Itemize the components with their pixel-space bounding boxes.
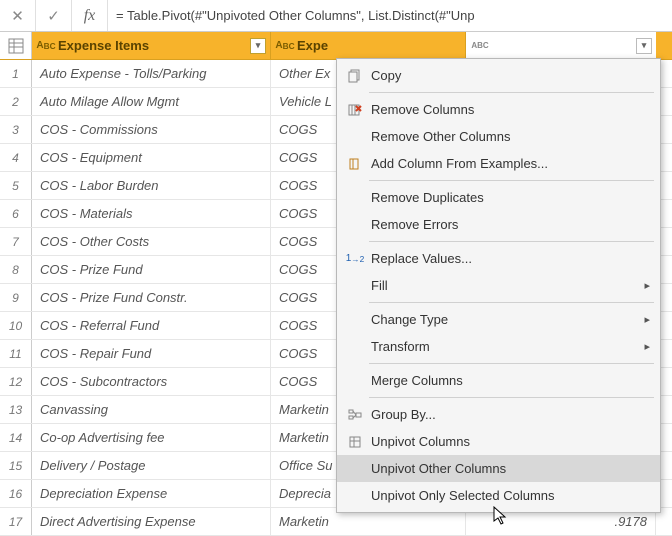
any-type-icon: ABC xyxy=(470,41,490,50)
cell-expense-item[interactable]: COS - Subcontractors xyxy=(32,368,271,395)
group-by-icon xyxy=(343,408,367,422)
row-number: 7 xyxy=(0,228,32,255)
text-type-icon: ABC xyxy=(36,40,56,51)
text-type-icon: ABC xyxy=(275,40,295,51)
cancel-formula-button[interactable]: ✕ xyxy=(0,0,36,31)
add-column-icon xyxy=(343,157,367,171)
column-header-expense-cat[interactable]: ABC Expe xyxy=(271,32,466,59)
menu-remove-duplicates[interactable]: Remove Duplicates xyxy=(337,184,660,211)
unpivot-icon xyxy=(343,435,367,449)
submenu-arrow-icon: ▸ xyxy=(636,279,650,292)
row-number: 11 xyxy=(0,340,32,367)
column-filter-dropdown[interactable]: ▾ xyxy=(636,38,652,54)
formula-input[interactable]: = Table.Pivot(#"Unpivoted Other Columns"… xyxy=(108,0,672,31)
menu-remove-other-columns[interactable]: Remove Other Columns xyxy=(337,123,660,150)
column-label: Expe xyxy=(295,38,461,53)
cell-expense-item[interactable]: Co-op Advertising fee xyxy=(32,424,271,451)
replace-values-icon: 1→2 xyxy=(343,253,367,264)
cell-expense-item[interactable]: COS - Repair Fund xyxy=(32,340,271,367)
menu-remove-errors[interactable]: Remove Errors xyxy=(337,211,660,238)
menu-fill[interactable]: Fill ▸ xyxy=(337,272,660,299)
menu-unpivot-columns[interactable]: Unpivot Columns xyxy=(337,428,660,455)
cell-expense-item[interactable]: Auto Milage Allow Mgmt xyxy=(32,88,271,115)
cell-expense-item[interactable]: COS - Other Costs xyxy=(32,228,271,255)
menu-transform[interactable]: Transform ▸ xyxy=(337,333,660,360)
row-number: 9 xyxy=(0,284,32,311)
row-number: 3 xyxy=(0,116,32,143)
cell-expense-item[interactable]: COS - Labor Burden xyxy=(32,172,271,199)
cell-expense-item[interactable]: COS - Materials xyxy=(32,200,271,227)
row-number: 4 xyxy=(0,144,32,171)
cell-expense-item[interactable]: COS - Referral Fund xyxy=(32,312,271,339)
row-number: 5 xyxy=(0,172,32,199)
row-number: 15 xyxy=(0,452,32,479)
header-row: ABC Expense Items ▾ ABC Expe ABC ▾ xyxy=(0,32,672,60)
cell-expense-item[interactable]: COS - Commissions xyxy=(32,116,271,143)
cell-expense-item[interactable]: COS - Equipment xyxy=(32,144,271,171)
row-number: 16 xyxy=(0,480,32,507)
submenu-arrow-icon: ▸ xyxy=(636,313,650,326)
cell-expense-item[interactable]: Delivery / Postage xyxy=(32,452,271,479)
menu-remove-columns[interactable]: Remove Columns xyxy=(337,96,660,123)
fx-icon: fx xyxy=(72,0,108,31)
column-label: Expense Items xyxy=(56,38,246,53)
cell-expense-item[interactable]: Canvassing xyxy=(32,396,271,423)
menu-copy[interactable]: Copy xyxy=(337,62,660,89)
column-header-expense-items[interactable]: ABC Expense Items ▾ xyxy=(32,32,271,59)
remove-columns-icon xyxy=(343,103,367,117)
menu-group-by[interactable]: Group By... xyxy=(337,401,660,428)
menu-unpivot-other-columns[interactable]: Unpivot Other Columns xyxy=(337,455,660,482)
column-filter-dropdown[interactable]: ▾ xyxy=(250,38,266,54)
cell-expense-item[interactable]: COS - Prize Fund xyxy=(32,256,271,283)
copy-icon xyxy=(343,69,367,83)
row-number: 13 xyxy=(0,396,32,423)
row-number: 6 xyxy=(0,200,32,227)
context-menu: Copy Remove Columns Remove Other Columns… xyxy=(336,58,661,513)
row-number: 14 xyxy=(0,424,32,451)
menu-unpivot-only-selected[interactable]: Unpivot Only Selected Columns xyxy=(337,482,660,509)
row-number: 8 xyxy=(0,256,32,283)
table-icon[interactable] xyxy=(0,32,32,59)
cell-expense-item[interactable]: Depreciation Expense xyxy=(32,480,271,507)
column-header-value[interactable]: ABC ▾ xyxy=(466,32,656,59)
cell-expense-item[interactable]: Direct Advertising Expense xyxy=(32,508,271,535)
cell-expense-item[interactable]: Auto Expense - Tolls/Parking xyxy=(32,60,271,87)
menu-merge-columns[interactable]: Merge Columns xyxy=(337,367,660,394)
menu-add-column-from-examples[interactable]: Add Column From Examples... xyxy=(337,150,660,177)
row-number: 12 xyxy=(0,368,32,395)
cell-expense-item[interactable]: COS - Prize Fund Constr. xyxy=(32,284,271,311)
row-number: 2 xyxy=(0,88,32,115)
row-number: 10 xyxy=(0,312,32,339)
submenu-arrow-icon: ▸ xyxy=(636,340,650,353)
row-number: 1 xyxy=(0,60,32,87)
menu-replace-values[interactable]: 1→2 Replace Values... xyxy=(337,245,660,272)
menu-change-type[interactable]: Change Type ▸ xyxy=(337,306,660,333)
formula-bar: ✕ ✓ fx = Table.Pivot(#"Unpivoted Other C… xyxy=(0,0,672,32)
row-number: 17 xyxy=(0,508,32,535)
confirm-formula-button[interactable]: ✓ xyxy=(36,0,72,31)
